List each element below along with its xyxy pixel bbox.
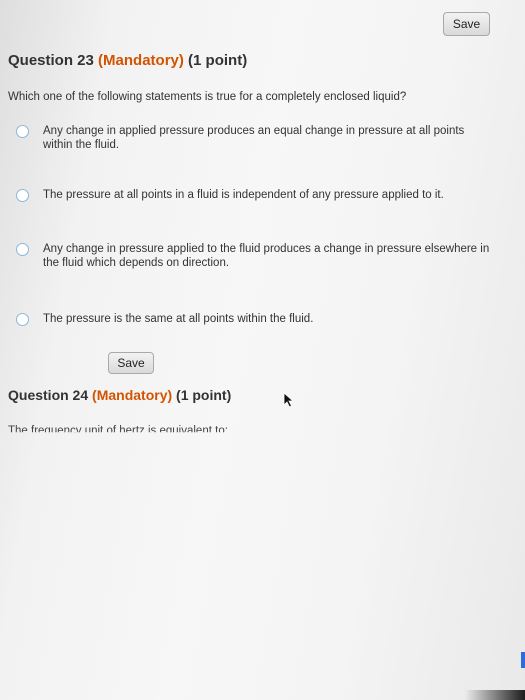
save-button-label: Save [117, 356, 145, 370]
question-number: Question 24 [8, 387, 89, 403]
radio-button[interactable] [16, 313, 29, 326]
mandatory-label: (Mandatory) [98, 52, 184, 69]
option-label: Any change in pressure applied to the fl… [43, 243, 490, 269]
option-label: Any change in applied pressure produces … [43, 125, 465, 151]
save-button-label: Save [452, 17, 481, 31]
question-23-prompt: Which one of the following statements is… [8, 91, 407, 103]
scrollbar-indicator [521, 652, 525, 668]
option-label: The pressure at all points in a fluid is… [43, 189, 444, 201]
save-button-top[interactable]: Save [443, 12, 490, 36]
radio-button[interactable] [16, 189, 29, 202]
question-24-prompt: The frequency unit of hertz is equivalen… [8, 425, 228, 437]
save-button-question-23[interactable]: Save [108, 352, 154, 374]
answer-option-2[interactable]: The pressure at all points in a fluid is… [16, 188, 496, 202]
question-24-title: Question 24 (Mandatory) (1 point) [8, 387, 231, 403]
option-label: The pressure is the same at all points w… [43, 313, 314, 325]
screen-bezel [465, 690, 525, 700]
mouse-pointer-icon [283, 392, 295, 408]
question-number: Question 23 [8, 52, 94, 69]
answer-option-4[interactable]: The pressure is the same at all points w… [16, 312, 496, 326]
answer-option-3[interactable]: Any change in pressure applied to the fl… [16, 242, 504, 270]
radio-button[interactable] [16, 243, 29, 256]
mandatory-label: (Mandatory) [92, 387, 173, 403]
radio-button[interactable] [16, 125, 29, 138]
question-23-title: Question 23 (Mandatory) (1 point) [8, 52, 247, 69]
points-label: (1 point) [176, 387, 232, 403]
points-label: (1 point) [188, 52, 248, 69]
answer-option-1[interactable]: Any change in applied pressure produces … [16, 124, 496, 152]
